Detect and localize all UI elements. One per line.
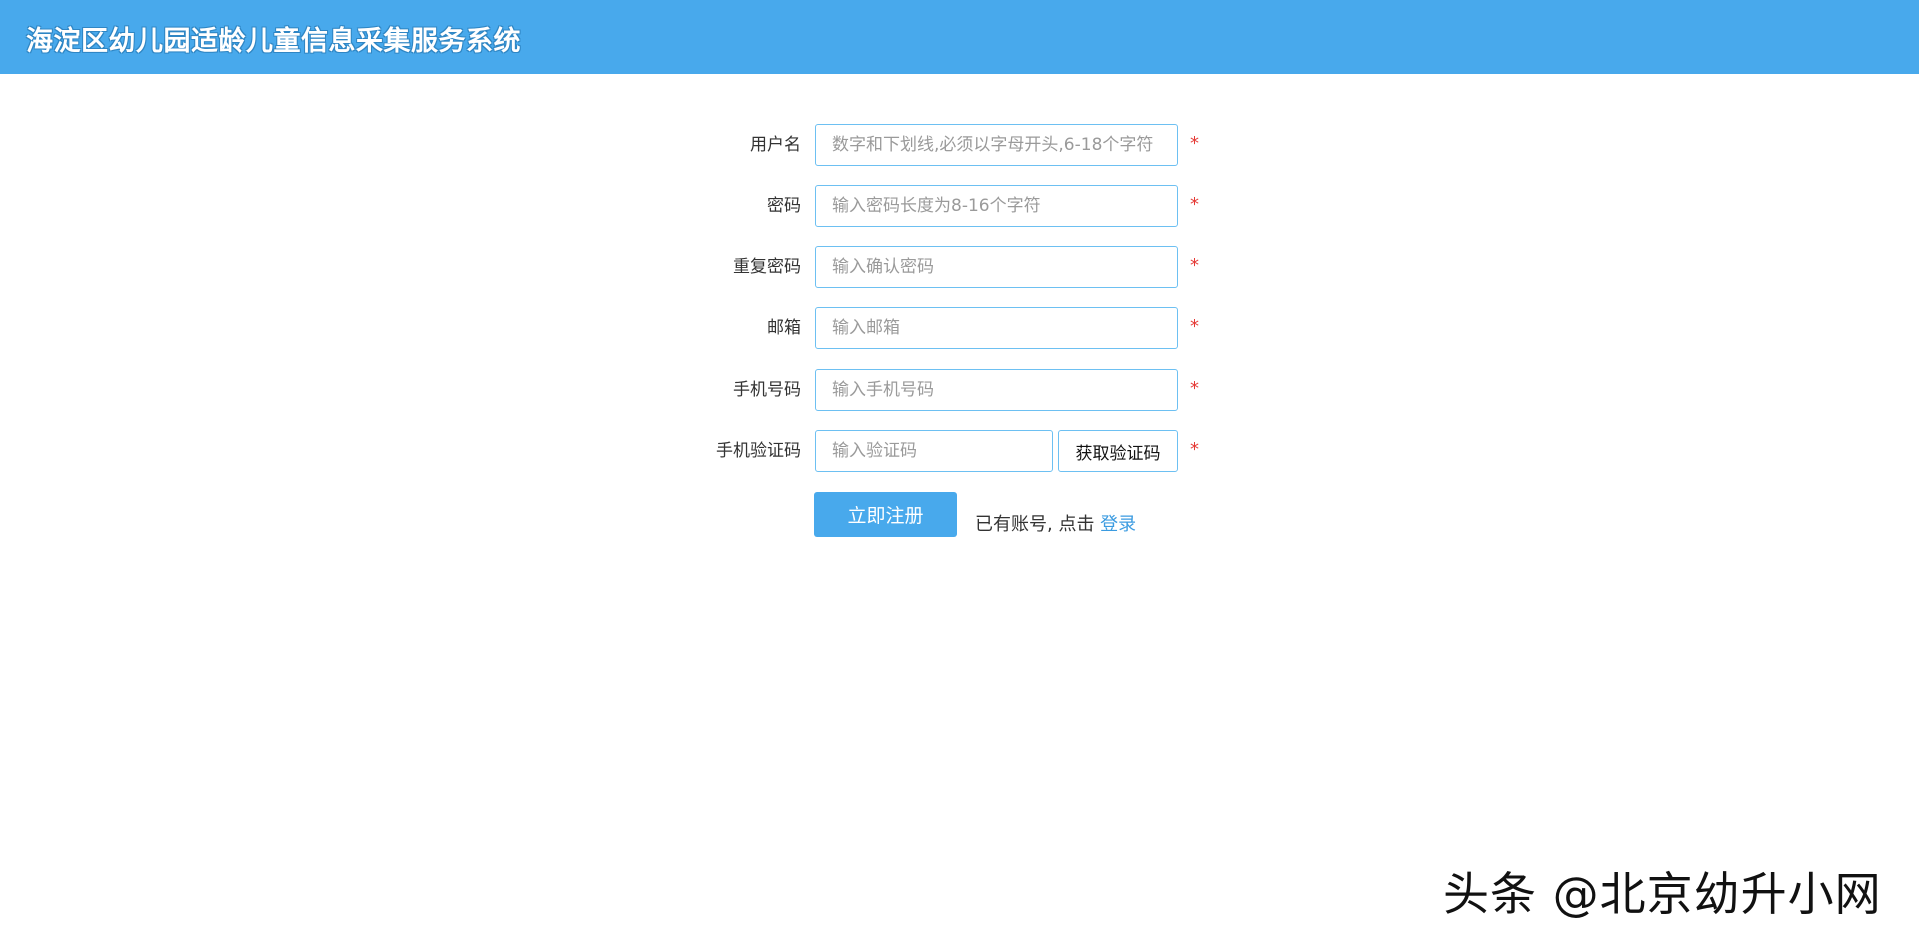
site-title: 海淀区幼儿园适龄儿童信息采集服务系统 — [26, 26, 521, 57]
sms-code-label: 手机验证码 — [716, 441, 801, 461]
password-label: 密码 — [767, 196, 801, 216]
confirm-password-label: 重复密码 — [733, 257, 801, 277]
required-mark: * — [1190, 255, 1199, 276]
required-mark: * — [1190, 194, 1199, 215]
required-mark: * — [1190, 316, 1199, 337]
login-prompt-text: 已有账号, 点击 — [975, 514, 1101, 535]
password-input[interactable] — [815, 185, 1178, 227]
required-mark: * — [1190, 439, 1199, 460]
form-row-confirm-password: 重复密码 * — [0, 246, 1919, 288]
login-hint: 已有账号, 点击 登录 — [975, 510, 1136, 536]
watermark: 头条 @北京幼升小网 — [1443, 867, 1882, 921]
confirm-password-input[interactable] — [815, 246, 1178, 288]
form-row-phone: 手机号码 * — [0, 369, 1919, 411]
email-label: 邮箱 — [767, 318, 801, 338]
phone-label: 手机号码 — [733, 380, 801, 400]
get-code-button[interactable]: 获取验证码 — [1058, 430, 1178, 472]
form-row-username: 用户名 * — [0, 124, 1919, 166]
required-mark: * — [1190, 133, 1199, 154]
sms-code-input[interactable] — [815, 430, 1053, 472]
form-row-password: 密码 * — [0, 185, 1919, 227]
form-row-email: 邮箱 * — [0, 307, 1919, 349]
phone-input[interactable] — [815, 369, 1178, 411]
username-label: 用户名 — [750, 135, 801, 155]
email-input[interactable] — [815, 307, 1178, 349]
login-link[interactable]: 登录 — [1100, 514, 1136, 535]
username-input[interactable] — [815, 124, 1178, 166]
form-row-sms-code: 手机验证码 获取验证码 * — [0, 430, 1919, 472]
top-header-bar: 海淀区幼儿园适龄儿童信息采集服务系统 — [0, 0, 1919, 74]
register-button[interactable]: 立即注册 — [814, 492, 957, 537]
required-mark: * — [1190, 378, 1199, 399]
